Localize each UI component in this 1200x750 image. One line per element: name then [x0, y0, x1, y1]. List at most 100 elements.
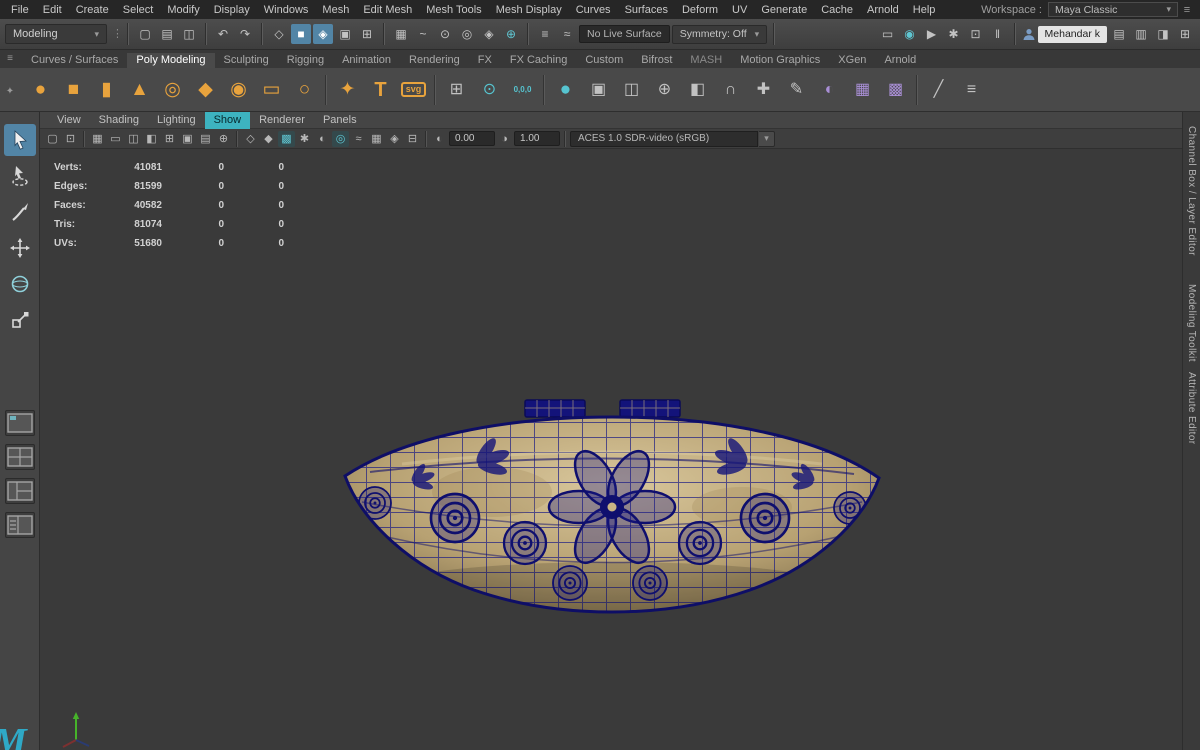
live-surface-icon[interactable]: ⊙: [473, 72, 506, 108]
panel-menu-panels[interactable]: Panels: [314, 112, 366, 129]
rubberband-select-icon[interactable]: ⊞: [357, 24, 377, 44]
lock-camera-icon[interactable]: ⊡: [62, 131, 79, 147]
wireframe-icon[interactable]: ◇: [242, 131, 259, 147]
snap-viewplane-icon[interactable]: ◈: [479, 24, 499, 44]
sidebar-tool-settings-icon[interactable]: ◨: [1153, 24, 1173, 44]
shelf-tab-poly-modeling[interactable]: Poly Modeling: [127, 53, 215, 68]
render-current-frame-icon[interactable]: ◉: [900, 24, 920, 44]
poly-sphere-icon[interactable]: ●: [24, 72, 57, 108]
tab-attribute-editor[interactable]: Attribute Editor: [1186, 372, 1197, 445]
menu-set-selector[interactable]: Modeling ▾: [5, 24, 107, 44]
statusline-grip[interactable]: ⋮: [112, 24, 118, 44]
select-object-icon[interactable]: ■: [291, 24, 311, 44]
save-scene-icon[interactable]: ◫: [179, 24, 199, 44]
safe-action-icon[interactable]: ▣: [179, 131, 196, 147]
symmetry-selector[interactable]: Symmetry: Off ▾: [671, 24, 768, 44]
shelf-tab-animation[interactable]: Animation: [333, 53, 400, 68]
construction-history-icon[interactable]: ≈: [557, 24, 577, 44]
lattice-icon[interactable]: ▩: [879, 72, 912, 108]
layout-outliner-persp-button[interactable]: [4, 512, 35, 538]
pause-viewport-icon[interactable]: ‖: [988, 24, 1008, 44]
poly-cone-icon[interactable]: ▲: [123, 72, 156, 108]
construction-plane-icon[interactable]: ⊞: [440, 72, 473, 108]
poly-disc-icon[interactable]: ○: [288, 72, 321, 108]
sidebar-workspace-icon[interactable]: ⊞: [1175, 24, 1195, 44]
rotate-tool[interactable]: [4, 268, 36, 300]
move-tool[interactable]: [4, 232, 36, 264]
shelf-tab-rendering[interactable]: Rendering: [400, 53, 469, 68]
sidebar-channelbox-icon[interactable]: ▤: [1109, 24, 1129, 44]
undo-icon[interactable]: ↶: [213, 24, 233, 44]
lasso-tool[interactable]: [4, 160, 36, 192]
poly-pyramid-icon[interactable]: ◆: [189, 72, 222, 108]
isolate-select-icon[interactable]: ⊟: [404, 131, 421, 147]
shelf-star-icon[interactable]: ✦: [3, 86, 17, 97]
occlusion-icon[interactable]: ◎: [332, 130, 349, 147]
redo-icon[interactable]: ↷: [235, 24, 255, 44]
safe-title-icon[interactable]: ▤: [197, 131, 214, 147]
pencil-curve-icon[interactable]: ╱: [922, 72, 955, 108]
origin-locator-icon[interactable]: 0,0,0: [506, 72, 539, 108]
poly-torus-icon[interactable]: ◎: [156, 72, 189, 108]
snap-grid-icon[interactable]: ▦: [391, 24, 411, 44]
menu-modify[interactable]: Modify: [160, 4, 206, 16]
panel-menu-renderer[interactable]: Renderer: [250, 112, 314, 129]
scale-tool[interactable]: [4, 304, 36, 336]
menu-select[interactable]: Select: [116, 4, 161, 16]
menu-windows[interactable]: Windows: [257, 4, 316, 16]
bevel-icon[interactable]: ◧: [681, 72, 714, 108]
workspace-menu-icon[interactable]: ≡: [1178, 4, 1196, 16]
select-mask-icon[interactable]: ▣: [335, 24, 355, 44]
panel-menu-shading[interactable]: Shading: [90, 112, 148, 129]
menu-help[interactable]: Help: [906, 4, 943, 16]
menu-edit[interactable]: Edit: [36, 4, 69, 16]
ipr-render-icon[interactable]: ▶: [922, 24, 942, 44]
shelf-tab-motion-graphics[interactable]: Motion Graphics: [731, 53, 829, 68]
shelf-tab-fx-caching[interactable]: FX Caching: [501, 53, 576, 68]
display-render-globals-icon[interactable]: ⊡: [966, 24, 986, 44]
super-shape-icon[interactable]: ✦: [331, 72, 364, 108]
type-tool-icon[interactable]: T: [364, 72, 397, 108]
mirror-icon[interactable]: ◐: [813, 72, 846, 108]
tab-channel-box-layer-editor[interactable]: Channel Box / Layer Editor: [1186, 126, 1197, 256]
shelf-tab-fx[interactable]: FX: [469, 53, 501, 68]
gamma-field[interactable]: 1.00: [514, 131, 560, 146]
menu-mesh-tools[interactable]: Mesh Tools: [419, 4, 488, 16]
snap-curve-icon[interactable]: ~: [413, 24, 433, 44]
signed-in-user[interactable]: Mehandar k: [1037, 25, 1107, 43]
input-connections-icon[interactable]: ≡: [535, 24, 555, 44]
field-chart-icon[interactable]: ⊞: [161, 131, 178, 147]
layout-four-pane-button[interactable]: [4, 444, 35, 470]
svg-tool-icon[interactable]: svg: [397, 72, 430, 108]
menu-mesh[interactable]: Mesh: [315, 4, 356, 16]
colorspace-field[interactable]: ACES 1.0 SDR-video (sRGB): [570, 130, 758, 147]
live-surface-field[interactable]: No Live Surface: [579, 25, 670, 43]
select-hierarchy-icon[interactable]: ◇: [269, 24, 289, 44]
shelf-menu-icon[interactable]: ≡: [3, 53, 17, 64]
layout-single-pane-button[interactable]: [4, 410, 35, 436]
menu-arnold[interactable]: Arnold: [860, 4, 906, 16]
gamma-icon[interactable]: ◑: [496, 131, 513, 147]
resolution-gate-icon[interactable]: ◫: [125, 131, 142, 147]
grid-toggle-icon[interactable]: ▦: [89, 131, 106, 147]
boolean-union-icon[interactable]: ⊕: [648, 72, 681, 108]
quad-draw-icon[interactable]: ✎: [780, 72, 813, 108]
panel-menu-view[interactable]: View: [48, 112, 90, 129]
shelf-tab-sculpting[interactable]: Sculpting: [215, 53, 278, 68]
smooth-mesh-icon[interactable]: ●: [549, 72, 582, 108]
exposure-icon[interactable]: ◐: [431, 131, 448, 147]
menu-generate[interactable]: Generate: [754, 4, 814, 16]
render-settings-icon[interactable]: ✱: [944, 24, 964, 44]
menu-edit-mesh[interactable]: Edit Mesh: [356, 4, 419, 16]
menu-uv[interactable]: UV: [725, 4, 754, 16]
select-component-icon[interactable]: ◈: [313, 24, 333, 44]
snap-projected-icon[interactable]: ◎: [457, 24, 477, 44]
measure-icon[interactable]: ≡: [955, 72, 988, 108]
combine-icon[interactable]: ▣: [582, 72, 615, 108]
shelf-tab-arnold[interactable]: Arnold: [875, 53, 925, 68]
frame-all-icon[interactable]: ⊕: [215, 131, 232, 147]
layout-three-pane-button[interactable]: [4, 478, 35, 504]
sidebar-attribute-editor-icon[interactable]: ▥: [1131, 24, 1151, 44]
film-gate-icon[interactable]: ▭: [107, 131, 124, 147]
duplicate-array-icon[interactable]: ▦: [846, 72, 879, 108]
